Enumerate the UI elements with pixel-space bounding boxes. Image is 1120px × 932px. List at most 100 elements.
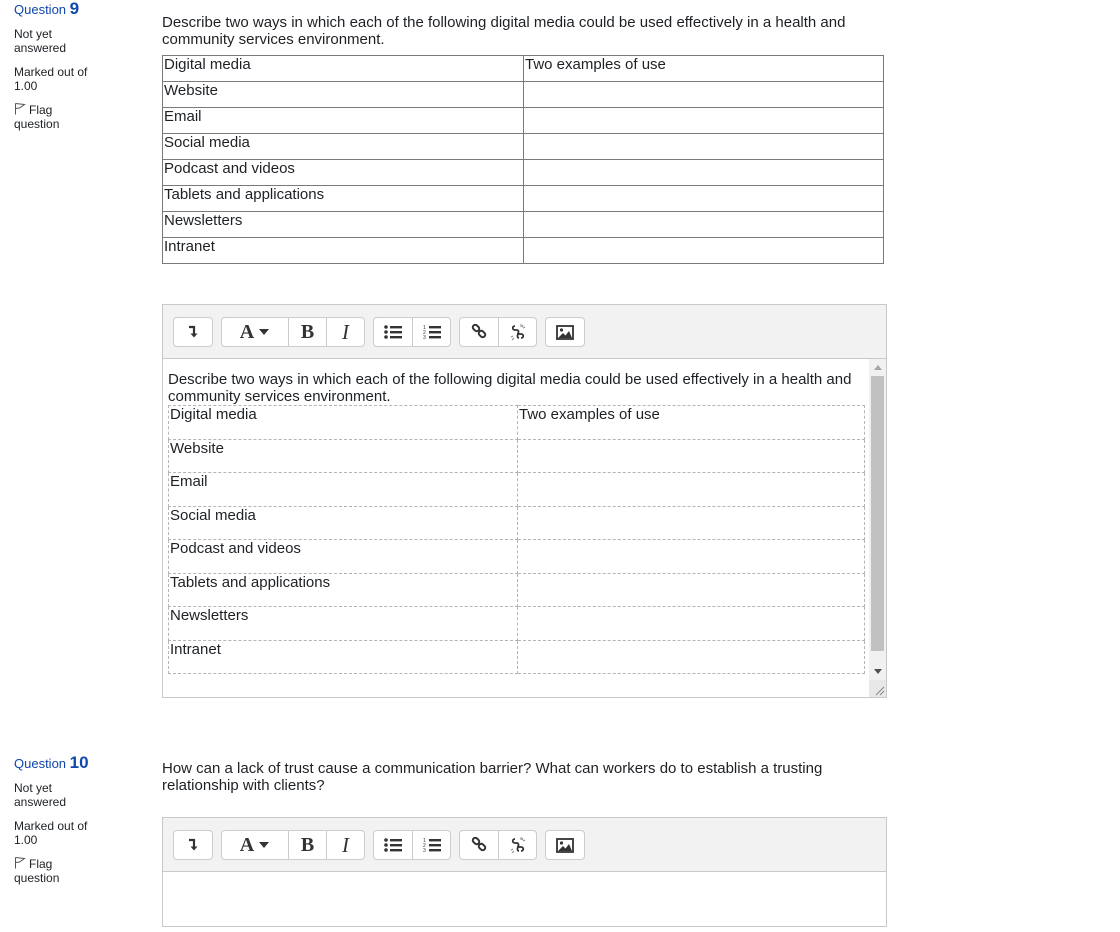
unordered-list-button[interactable] [374,831,412,859]
collapse-toolbar-button[interactable] [174,318,212,346]
table-header-cell[interactable]: Two examples of use [517,405,865,440]
link-button[interactable] [460,831,498,859]
unlink-button[interactable] [498,831,536,859]
toolbar-group-style: A B I [221,317,365,347]
collapse-arrow-icon [189,325,198,338]
insert-image-button[interactable] [546,318,584,346]
flag-icon [15,103,26,115]
link-button[interactable] [460,318,498,346]
examples-cell[interactable] [517,438,865,473]
scroll-down-button[interactable] [869,663,886,680]
image-icon [556,837,574,853]
examples-cell[interactable] [517,539,865,574]
bullet-list-icon [384,325,402,339]
table-header-cell: Two examples of use [523,55,884,82]
media-type-cell: Newsletters [162,211,524,238]
question-grade: Marked out of 1.00 [14,65,88,93]
caret-down-icon [259,842,270,848]
examples-cell[interactable] [517,505,865,540]
toolbar-group-links [459,317,537,347]
font-style-button[interactable]: A [222,831,288,859]
bold-button[interactable]: B [288,318,326,346]
examples-cell[interactable] [517,606,865,641]
toolbar-group-media [545,830,585,860]
examples-cell [523,211,884,238]
examples-cell[interactable] [517,472,865,507]
media-type-cell: Social media [162,133,524,160]
ordered-list-button[interactable]: 123 [412,831,450,859]
toolbar-group-style: A B I [221,830,365,860]
svg-text:3: 3 [423,335,426,340]
caret-down-icon [259,329,270,335]
examples-cell [523,159,884,186]
media-type-cell[interactable]: Social media [168,505,518,540]
ordered-list-button[interactable]: 123 [412,318,450,346]
editor-content-area[interactable] [163,872,886,932]
resize-handle[interactable] [869,680,886,697]
italic-button[interactable]: I [326,318,364,346]
insert-image-button[interactable] [546,831,584,859]
table-row: Newsletters [162,211,884,238]
image-icon [556,324,574,340]
unordered-list-button[interactable] [374,318,412,346]
media-type-cell[interactable]: Podcast and videos [168,539,518,574]
scroll-up-button[interactable] [869,359,886,376]
media-type-cell: Intranet [162,237,524,264]
toolbar-group-links [459,830,537,860]
question-9-text: Describe two ways in which each of the f… [162,14,846,48]
media-type-cell[interactable]: Website [168,438,518,473]
flag-question-button[interactable]: Flag question [14,857,84,885]
table-row: Intranet [162,237,884,264]
examples-cell [523,185,884,212]
question-number: Question 9 [14,0,80,18]
table-row: Social media [168,505,865,540]
collapse-toolbar-button[interactable] [174,831,212,859]
examples-cell [523,81,884,108]
question-9-info: Question 9 Not yet answered Marked out o… [14,0,144,131]
italic-button[interactable]: I [326,831,364,859]
toolbar-group-lists: 123 [373,317,451,347]
question-state: Not yet answered [14,27,67,55]
editor-content-text[interactable]: Describe two ways in which each of the f… [168,371,858,405]
editor-scrollbar[interactable] [869,359,886,697]
toolbar-group-lists: 123 [373,830,451,860]
font-style-button[interactable]: A [222,318,288,346]
flag-icon [15,857,26,869]
examples-cell[interactable] [517,572,865,607]
scroll-up-arrow-icon [873,365,882,370]
question-grade: Marked out of 1.00 [14,819,88,847]
question-9-answer-editor: A B I 123 Describe two ways in which eac… [162,304,887,698]
table-header-cell[interactable]: Digital media [168,405,518,440]
table-header-cell: Digital media [162,55,524,82]
media-type-cell[interactable]: Email [168,472,518,507]
question-10-info: Question 10 Not yet answered Marked out … [14,753,144,885]
editor-content-area[interactable]: Describe two ways in which each of the f… [163,359,886,697]
media-type-cell[interactable]: Intranet [168,639,518,674]
toolbar-group-media [545,317,585,347]
toolbar-group-collapse [173,830,213,860]
examples-cell[interactable] [517,639,865,674]
question-number-value: 10 [69,753,89,772]
editor-content-table[interactable]: Digital media Two examples of use Website E… [168,405,865,674]
numbered-list-icon: 123 [423,325,441,340]
examples-cell [523,107,884,134]
table-header-row: Digital media Two examples of use [162,55,884,82]
link-icon [471,837,487,852]
table-row: Website [168,438,865,473]
link-icon [471,324,487,339]
question-9-table: Digital media Two examples of use Website E… [162,55,884,264]
table-row: Podcast and videos [162,159,884,186]
unlink-button[interactable] [498,318,536,346]
examples-cell [523,237,884,264]
table-row: Tablets and applications [162,185,884,212]
bold-button[interactable]: B [288,831,326,859]
media-type-cell: Email [162,107,524,134]
media-type-cell[interactable]: Newsletters [168,606,518,641]
flag-question-button[interactable]: Flag question [14,103,84,131]
question-number: Question 10 [14,753,89,772]
scrollbar-thumb[interactable] [871,376,884,651]
editor-toolbar: A B I 123 [163,305,886,359]
media-type-cell[interactable]: Tablets and applications [168,572,518,607]
collapse-arrow-icon [189,838,198,851]
table-row: Website [162,81,884,108]
